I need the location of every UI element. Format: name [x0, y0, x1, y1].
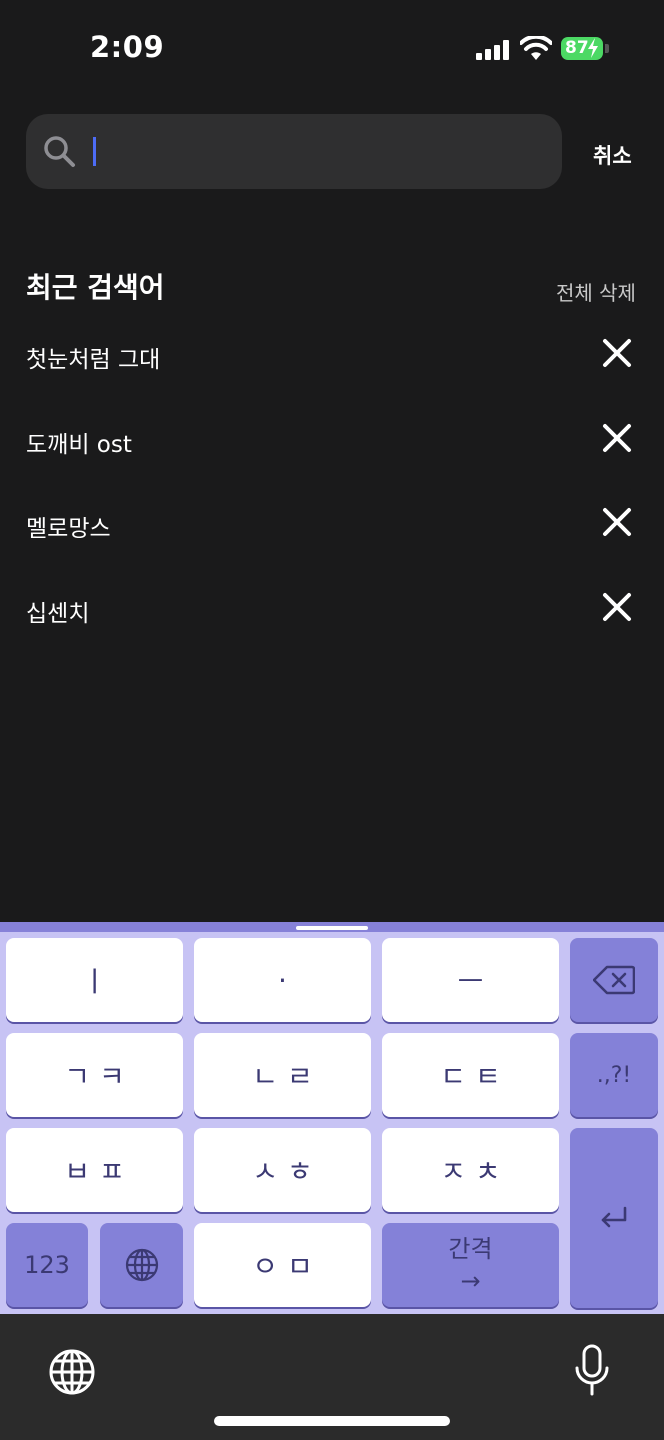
key-b-p[interactable]: ㅂ ㅍ	[6, 1128, 183, 1212]
key-d-t[interactable]: ㄷ ㅌ	[382, 1033, 559, 1117]
home-indicator[interactable]	[214, 1416, 450, 1426]
cancel-button[interactable]: 취소	[593, 140, 632, 170]
globe-icon[interactable]	[48, 1348, 96, 1396]
recent-search-item[interactable]: 도깨비 ost	[0, 413, 664, 473]
key-eu[interactable]: ㅡ	[382, 938, 559, 1022]
status-bar: 2:09 87	[0, 0, 664, 100]
return-icon	[601, 1206, 627, 1228]
key-n-r[interactable]: ㄴ ㄹ	[194, 1033, 371, 1117]
keyboard-globe-key[interactable]	[100, 1223, 183, 1307]
numbers-key[interactable]: 123	[6, 1223, 88, 1307]
close-icon[interactable]	[602, 338, 632, 368]
status-time: 2:09	[90, 30, 165, 64]
recent-search-item[interactable]: 멜로망스	[0, 497, 664, 557]
space-key-label: 간격	[448, 1235, 493, 1263]
recent-searches-title: 최근 검색어	[26, 271, 165, 304]
keyboard-handle[interactable]	[296, 926, 368, 930]
key-g-k[interactable]: ㄱ ㅋ	[6, 1033, 183, 1117]
delete-all-button[interactable]: 전체 삭제	[556, 277, 636, 306]
microphone-icon[interactable]	[574, 1344, 610, 1396]
space-key[interactable]: 간격 →	[382, 1223, 559, 1307]
backspace-icon	[593, 965, 635, 995]
key-i[interactable]: ㅣ	[6, 938, 183, 1022]
globe-icon	[125, 1248, 158, 1282]
key-o-m[interactable]: ㅇ ㅁ	[194, 1223, 371, 1307]
search-input[interactable]	[26, 114, 562, 189]
cellular-signal-icon	[476, 40, 510, 60]
battery-tip	[605, 44, 609, 53]
text-cursor	[93, 137, 96, 166]
wifi-icon	[520, 36, 552, 60]
close-icon[interactable]	[602, 592, 632, 622]
recent-search-item[interactable]: 십센치	[0, 582, 664, 642]
recent-search-label: 첫눈처럼 그대	[26, 347, 161, 373]
charging-bolt-icon	[588, 38, 598, 58]
key-j-ch[interactable]: ㅈ ㅊ	[382, 1128, 559, 1212]
key-dot[interactable]: ·	[194, 938, 371, 1022]
recent-search-label: 도깨비 ost	[26, 432, 132, 458]
recent-search-label: 십센치	[26, 601, 90, 627]
close-icon[interactable]	[602, 507, 632, 537]
recent-search-label: 멜로망스	[26, 516, 111, 542]
return-key[interactable]	[570, 1128, 658, 1308]
space-key-arrow: →	[460, 1267, 481, 1295]
punctuation-key[interactable]: .,?!	[570, 1033, 658, 1117]
backspace-key[interactable]	[570, 938, 658, 1022]
search-icon	[44, 136, 75, 167]
close-icon[interactable]	[602, 423, 632, 453]
recent-search-item[interactable]: 첫눈처럼 그대	[0, 328, 664, 388]
key-s-h[interactable]: ㅅ ㅎ	[194, 1128, 371, 1212]
